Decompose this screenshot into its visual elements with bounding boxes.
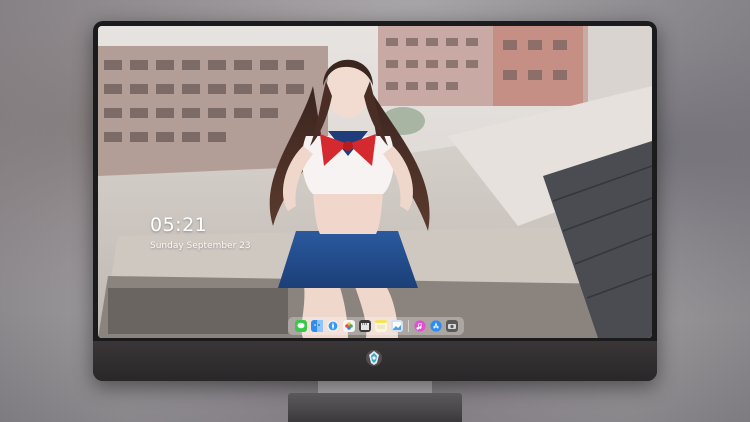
safari-icon[interactable] bbox=[326, 320, 339, 332]
photos-icon[interactable] bbox=[342, 320, 355, 332]
lock-screen-date: Sunday September 23 bbox=[150, 241, 251, 251]
monitor-stand-base bbox=[288, 393, 462, 422]
dock-separator bbox=[407, 320, 409, 332]
messages-icon[interactable] bbox=[294, 320, 307, 332]
brand-logo-icon bbox=[366, 350, 382, 366]
itunes-icon[interactable] bbox=[413, 320, 426, 332]
preview-icon[interactable] bbox=[390, 320, 403, 332]
dock bbox=[288, 317, 464, 335]
wallpaper-photo bbox=[98, 26, 652, 338]
finder-icon[interactable] bbox=[310, 320, 323, 332]
app-store-icon[interactable] bbox=[429, 320, 442, 332]
monitor-chin bbox=[93, 341, 657, 381]
lock-screen-time: 05:21 bbox=[150, 214, 208, 236]
notes-icon[interactable] bbox=[374, 320, 387, 332]
camera-icon[interactable] bbox=[445, 320, 458, 332]
desktop-screen[interactable]: 05:21 Sunday September 23 bbox=[98, 26, 652, 338]
clapper-icon[interactable] bbox=[358, 320, 371, 332]
